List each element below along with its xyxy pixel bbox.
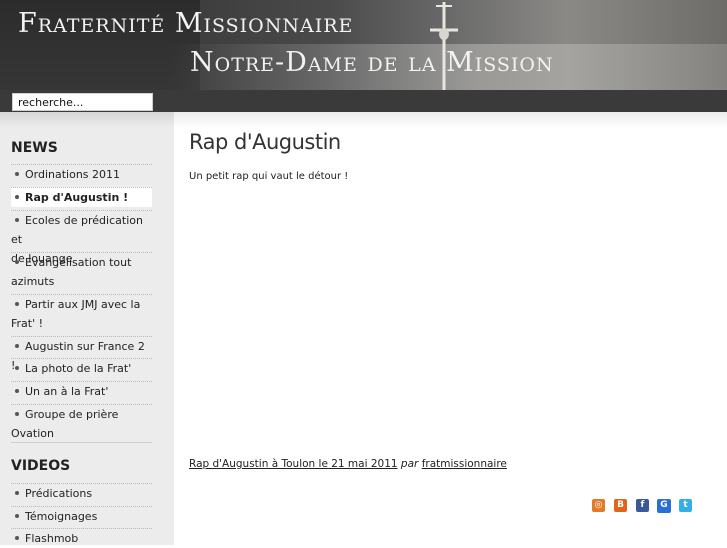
video-item-label: Témoignages xyxy=(25,510,98,523)
news-item-label: Frat' ! xyxy=(11,317,44,330)
news-item-rap-augustin[interactable]: Rap d'Augustin ! xyxy=(11,187,152,207)
sidebar-divider xyxy=(11,442,152,443)
news-item-label: Un an à la Frat' xyxy=(25,385,109,398)
bullet-icon xyxy=(15,172,19,176)
sidebar-shadow xyxy=(0,112,174,128)
news-item-photo[interactable]: La photo de la Frat' xyxy=(11,358,152,378)
video-item-label: Flashmob xyxy=(25,532,79,545)
video-item-flashmob[interactable]: Flashmob xyxy=(11,528,152,548)
news-item-ovation[interactable]: Groupe de prière Ovation xyxy=(11,404,152,443)
news-item-jmj[interactable]: Partir aux JMJ avec la Frat' ! xyxy=(11,294,152,333)
videos-heading: VIDEOS xyxy=(11,458,71,474)
caption-par: par xyxy=(400,458,419,470)
bullet-icon xyxy=(15,218,19,222)
news-item-un-an[interactable]: Un an à la Frat' xyxy=(11,381,152,401)
bullet-icon xyxy=(15,491,19,495)
facebook-icon[interactable]: f xyxy=(636,499,649,512)
bullet-icon xyxy=(15,260,19,264)
bullet-icon xyxy=(15,366,19,370)
page-title: Rap d'Augustin xyxy=(189,130,341,154)
bullet-icon xyxy=(15,302,19,306)
video-link[interactable]: Rap d'Augustin à Toulon le 21 mai 2011 xyxy=(189,458,398,470)
video-item-label: Prédications xyxy=(25,487,93,500)
news-item-label: Groupe de prière Ovation xyxy=(11,408,119,440)
news-item-ordinations[interactable]: Ordinations 2011 xyxy=(11,164,152,184)
main-shadow xyxy=(174,112,727,128)
bullet-icon xyxy=(15,195,19,199)
news-item-label: Ecoles de prédication et xyxy=(11,214,143,246)
bullet-icon xyxy=(15,344,19,348)
google-icon[interactable]: G xyxy=(657,499,671,513)
site-title-line2: Notre-Dame de la Mission xyxy=(190,47,554,78)
author-link[interactable]: fratmissionnaire xyxy=(422,458,507,470)
header-banner: Fraternité Missionnaire Notre-Dame de la… xyxy=(0,0,727,90)
article-intro: Un petit rap qui vaut le détour ! xyxy=(189,171,349,182)
blogger-icon[interactable]: B xyxy=(614,499,627,512)
news-heading: NEWS xyxy=(11,140,58,156)
news-item-label: azimuts xyxy=(11,275,55,288)
news-item-label: Evangélisation tout xyxy=(25,256,132,269)
search-input[interactable] xyxy=(12,93,153,111)
news-item-label: Rap d'Augustin ! xyxy=(25,191,129,204)
video-item-predications[interactable]: Prédications xyxy=(11,483,152,503)
video-item-temoignages[interactable]: Témoignages xyxy=(11,506,152,526)
share-icon[interactable]: ◎ xyxy=(592,499,605,512)
news-item-evangelisation[interactable]: Evangélisation tout azimuts xyxy=(11,252,152,291)
news-item-label: Ordinations 2011 xyxy=(25,168,121,181)
bullet-icon xyxy=(15,536,19,540)
twitter-icon[interactable]: t xyxy=(679,499,692,512)
news-item-label: Partir aux JMJ avec la xyxy=(25,298,141,311)
bullet-icon xyxy=(15,389,19,393)
bullet-icon xyxy=(15,412,19,416)
video-caption: Rap d'Augustin à Toulon le 21 mai 2011 p… xyxy=(189,458,507,470)
bullet-icon xyxy=(15,514,19,518)
site-title-line1: Fraternité Missionnaire xyxy=(18,8,354,39)
news-item-label: La photo de la Frat' xyxy=(25,362,132,375)
